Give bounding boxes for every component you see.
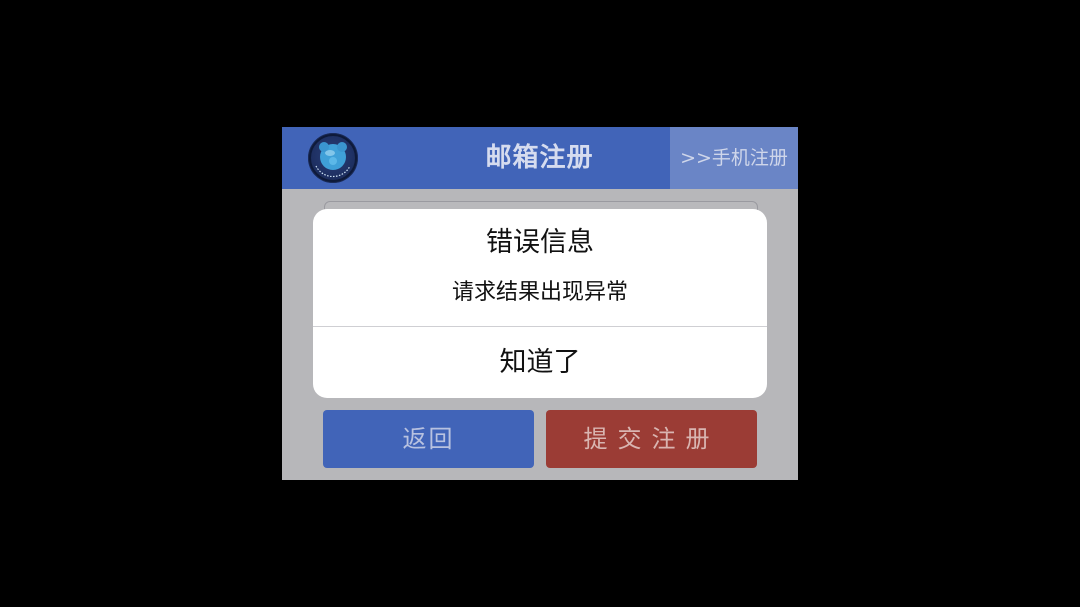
submit-register-button[interactable]: 提交注册	[546, 410, 757, 468]
blue-panda-logo-icon	[308, 133, 358, 183]
dialog-message: 请求结果出现异常	[451, 280, 628, 305]
header-bar: 邮箱注册 >>手机注册	[282, 127, 798, 189]
dialog-confirm-button[interactable]: 知道了	[313, 327, 767, 398]
back-button[interactable]: 返回	[323, 410, 534, 468]
dialog-title: 错误信息	[486, 227, 594, 258]
error-dialog: 错误信息 请求结果出现异常 知道了	[313, 209, 767, 398]
screen-background: 邮箱注册 >>手机注册 返回 提交注册 错误信息 请求结果出现异常 知道了	[0, 0, 1080, 607]
phone-register-link[interactable]: >>手机注册	[670, 127, 798, 189]
page-title: 邮箱注册	[485, 143, 594, 173]
